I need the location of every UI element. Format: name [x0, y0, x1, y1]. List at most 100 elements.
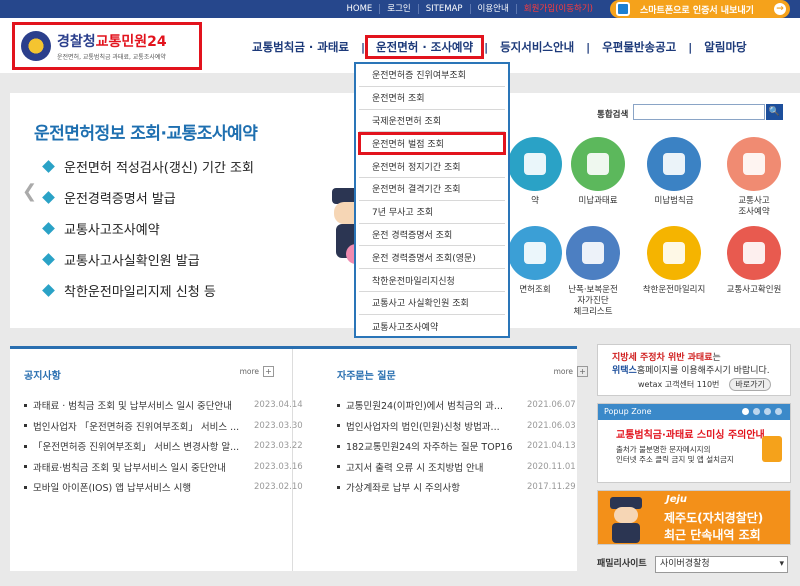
- chevron-down-icon: ▾: [779, 559, 784, 569]
- hero-item[interactable]: 운전경력증명서 발급: [42, 182, 254, 213]
- faq-more-button[interactable]: more +: [554, 366, 588, 377]
- submenu-item[interactable]: 착한운전마일리지신청: [359, 269, 505, 292]
- hero-item[interactable]: 착한운전마일리지제 신청 등: [42, 275, 254, 306]
- plus-icon: +: [577, 366, 588, 377]
- submenu-item-penalty-points[interactable]: 운전면허 벌점 조회: [358, 132, 506, 156]
- submenu-item[interactable]: 운전면허 결격기간 조회: [359, 178, 505, 201]
- diamond-bullet-icon: [42, 222, 55, 235]
- search-icon: 🔍: [768, 107, 781, 117]
- submenu-item[interactable]: 운전 경력증명서 조회: [359, 224, 505, 247]
- diamond-bullet-icon: [42, 253, 55, 266]
- signup-link[interactable]: 회원가입(이동하기): [515, 4, 600, 14]
- sitemap-link[interactable]: SITEMAP: [417, 4, 470, 14]
- top-utility-bar: HOME 로그인 SITEMAP 이용안내 회원가입(이동하기) 스마트폰으로 …: [0, 0, 800, 18]
- smartphone-cert-button[interactable]: 스마트폰으로 인증서 내보내기 →: [610, 0, 790, 18]
- home-link[interactable]: HOME: [340, 4, 380, 14]
- hero-item[interactable]: 교통사고사실확인원 발급: [42, 244, 254, 275]
- list-item[interactable]: 「운전면허증 진위여부조회」 서비스 변경사항 알... 2023.03.22: [24, 436, 303, 457]
- submenu-item[interactable]: 국제운전면허 조회: [359, 110, 505, 133]
- faq-board: 자주묻는 질문 more + 교통민원24(이파인)에서 범칙금의 과... 202…: [323, 349, 606, 571]
- mileage-icon: [647, 226, 701, 280]
- list-item[interactable]: 교통민원24(이파인)에서 범칙금의 과... 2021.06.07: [337, 395, 576, 416]
- service-unpaid-penalty[interactable]: 미납범칙금: [634, 137, 714, 207]
- service-accident-cert[interactable]: 교통사고확인원: [714, 226, 794, 296]
- wetax-banner[interactable]: 지방세 주정차 위반 과태료는 위택스홈페이지를 이용해주시기 바랍니다. we…: [597, 344, 791, 396]
- submenu-item[interactable]: 교통사고조사예약: [359, 315, 505, 338]
- hero-list: 운전면허 적성검사(갱신) 기간 조회 운전경력증명서 발급 교통사고조사예약 …: [42, 151, 254, 306]
- police-mascot-icon: [610, 497, 642, 543]
- diamond-bullet-icon: [42, 160, 55, 173]
- submenu-item[interactable]: 운전 경력증명서 조회(영문): [359, 246, 505, 270]
- nav-fines[interactable]: 교통범칙금 · 과태료: [240, 39, 361, 55]
- nav-services[interactable]: 등지서비스안내: [488, 39, 586, 55]
- faq-title: 자주묻는 질문: [337, 371, 396, 382]
- submenu-item[interactable]: 운전면허 조회: [359, 87, 505, 110]
- family-site-select[interactable]: 사이버경찰청 ▾: [655, 556, 788, 573]
- wetax-line3: wetax 고객센터 110번 바로가기: [638, 378, 771, 391]
- list-item[interactable]: 법인사업자 「운전면허증 진위여부조회」 서비스 ... 2023.03.30: [24, 416, 303, 437]
- hero-panel: 운전면허정보 조회·교통조사예약 운전면허 적성검사(갱신) 기간 조회 운전경…: [10, 93, 368, 328]
- hero-item[interactable]: 운전면허 적성검사(갱신) 기간 조회: [42, 151, 254, 182]
- logo-title: 경찰청교통민원24: [57, 34, 167, 50]
- plus-icon: +: [263, 366, 274, 377]
- family-site-label: 패밀리사이트: [597, 559, 647, 569]
- license-icon: [508, 137, 562, 191]
- service-accident-reservation[interactable]: 교통사고 조사예약: [714, 137, 794, 218]
- money-icon: [571, 137, 625, 191]
- service-unpaid-fines[interactable]: 미납과태료: [558, 137, 638, 207]
- submenu-item[interactable]: 운전면허증 진위여부조회: [359, 64, 505, 87]
- main-nav: 교통범칙금 · 과태료 | 운전면허 · 조사예약 | 등지서비스안내 | 우편…: [240, 35, 759, 59]
- notice-title: 공지사항: [24, 371, 61, 382]
- diamond-bullet-icon: [42, 191, 55, 204]
- popup-pagination[interactable]: [742, 408, 782, 415]
- calendar-icon: [566, 226, 620, 280]
- nav-mail-return[interactable]: 우편물반송공고: [590, 39, 688, 55]
- jeju-logo: Jeju: [666, 494, 688, 505]
- list-item[interactable]: 과태료 · 범칙금 조회 및 납부서비스 일시 중단안내 2023.04.14: [24, 395, 303, 416]
- jeju-banner[interactable]: Jeju 제주도(자치경찰단) 최근 단속내역 조회: [597, 490, 791, 545]
- popup-zone: Popup Zone 교통범칙금·과태료 스미싱 주의안내 출처가 불분명한 문…: [597, 403, 791, 483]
- diamond-bullet-icon: [42, 284, 55, 297]
- warning-icon: [762, 436, 782, 462]
- list-item[interactable]: 과태료·범칙금 조회 및 납부서비스 일시 중단안내 2023.03.16: [24, 457, 303, 478]
- notice-board: 공지사항 more + 과태료 · 범칙금 조회 및 납부서비스 일시 중단안내 2…: [10, 349, 303, 571]
- notice-more-button[interactable]: more +: [240, 366, 274, 377]
- wetax-go-button[interactable]: 바로가기: [729, 378, 771, 391]
- list-item[interactable]: 가상계좌로 납부 시 주의사항 2017.11.29: [337, 477, 576, 498]
- submenu-item[interactable]: 교통사고 사실확인원 조회: [359, 292, 505, 315]
- computer-icon: [727, 137, 781, 191]
- submenu-item[interactable]: 운전면허 정지기간 조회: [359, 155, 505, 178]
- search-button[interactable]: 🔍: [766, 104, 783, 120]
- wetax-line1: 지방세 주정차 위반 과태료는: [612, 353, 721, 363]
- police-emblem-icon: [21, 31, 51, 61]
- service-mileage[interactable]: 착한운전마일리지: [634, 226, 714, 296]
- jeju-line2: 최근 단속내역 조회: [664, 528, 761, 542]
- service-road-rage-check[interactable]: 난폭·보복운전 자가진단 체크리스트: [553, 226, 633, 318]
- nav-notice[interactable]: 알림마당: [692, 39, 758, 55]
- phone-icon: [616, 2, 630, 16]
- submenu-item[interactable]: 7년 무사고 조회: [359, 201, 505, 224]
- logo-subtitle: 운전면허, 교통범칙금 과태료, 교통조사예약: [57, 54, 166, 61]
- hero-item[interactable]: 교통사고조사예약: [42, 213, 254, 244]
- search-input[interactable]: [633, 104, 765, 120]
- hero-title: 운전면허정보 조회·교통조사예약: [34, 124, 258, 144]
- login-link[interactable]: 로그인: [379, 4, 417, 14]
- wetax-line2: 위택스홈페이지를 이용해주시기 바랍니다.: [612, 366, 770, 376]
- car-crash-icon: [727, 226, 781, 280]
- popup-content[interactable]: 교통범칙금·과태료 스미싱 주의안내 출처가 불분명한 문자메시지의 인터넷 주소…: [616, 426, 768, 465]
- list-item[interactable]: 모바일 아이폰(IOS) 앱 납부서비스 시행 2023.02.10: [24, 477, 303, 498]
- list-item[interactable]: 고지서 출력 오류 시 조치방법 안내 2020.11.01: [337, 457, 576, 478]
- search-label: 통합검색: [597, 110, 629, 120]
- guide-link[interactable]: 이용안내: [469, 4, 516, 14]
- board-panel: 공지사항 more + 과태료 · 범칙금 조회 및 납부서비스 일시 중단안내 2…: [10, 346, 588, 571]
- site-logo[interactable]: 경찰청교통민원24 운전면허, 교통범칙금 과태료, 교통조사예약: [12, 22, 202, 70]
- arrow-right-icon: →: [774, 3, 786, 15]
- nav-license[interactable]: 운전면허 · 조사예약: [365, 35, 485, 59]
- list-item[interactable]: 182교통민원24의 자주하는 질문 TOP16 2021.04.13: [337, 436, 576, 457]
- popup-header: Popup Zone: [598, 404, 790, 420]
- smart-btn-label: 스마트폰으로 인증서 내보내기: [640, 5, 754, 16]
- jeju-line1: 제주도(자치경찰단): [664, 511, 764, 525]
- carousel-prev-icon[interactable]: ❮: [22, 181, 37, 202]
- list-item[interactable]: 법인사업자의 법인(민원)신청 방법과... 2021.06.03: [337, 416, 576, 437]
- utility-links: HOME 로그인 SITEMAP 이용안내 회원가입(이동하기): [340, 0, 601, 18]
